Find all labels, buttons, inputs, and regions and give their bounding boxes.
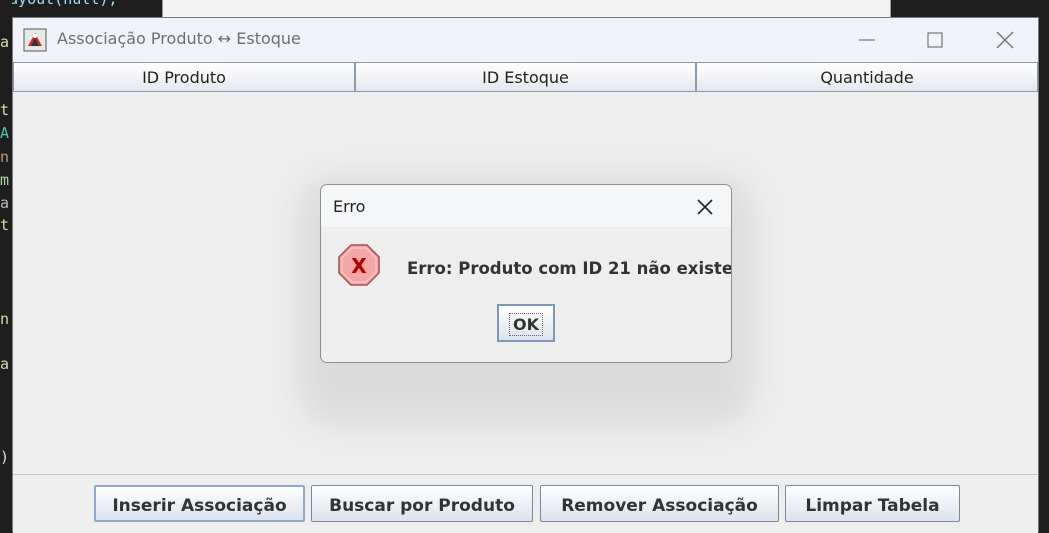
minimize-button[interactable] [853, 26, 881, 54]
java-app-icon [23, 28, 47, 52]
editor-char: a [0, 194, 10, 212]
remove-association-button[interactable]: Remover Associação [540, 485, 779, 522]
editor-left-edge: a t A n m a t n a ) [0, 0, 12, 527]
editor-char: ) [0, 448, 10, 466]
column-header-id-produto[interactable]: ID Produto [13, 62, 355, 92]
editor-char: a [0, 33, 10, 51]
editor-char: m [0, 171, 10, 189]
close-icon [996, 31, 1014, 49]
button-bar: Inserir Associação Buscar por Produto Re… [13, 475, 1038, 533]
editor-char: A [0, 124, 10, 142]
ok-button[interactable]: OK [497, 304, 555, 342]
column-header-id-estoque[interactable]: ID Estoque [355, 62, 696, 92]
dialog-close-button[interactable] [693, 195, 717, 219]
error-icon: X [337, 243, 381, 287]
error-dialog: Erro X Erro: Produto com ID 21 não exist… [320, 184, 732, 363]
window-title: Associação Produto ↔ Estoque [57, 29, 301, 48]
close-icon [697, 199, 713, 215]
ok-button-label: OK [509, 313, 543, 336]
background-window-edge [162, 0, 891, 18]
insert-association-button[interactable]: Inserir Associação [94, 485, 305, 522]
dialog-title: Erro [333, 197, 366, 216]
editor-char: t [0, 216, 10, 234]
clear-table-button[interactable]: Limpar Tabela [785, 485, 960, 522]
dialog-titlebar[interactable]: Erro [321, 185, 731, 227]
column-header-quantidade[interactable]: Quantidade [696, 62, 1038, 92]
search-by-product-button[interactable]: Buscar por Produto [311, 485, 533, 522]
maximize-icon [927, 32, 943, 48]
maximize-button[interactable] [921, 26, 949, 54]
editor-char: n [0, 310, 10, 328]
dialog-message: Erro: Produto com ID 21 não existe! [407, 259, 732, 278]
editor-char: t [0, 101, 10, 119]
window-titlebar[interactable]: Associação Produto ↔ Estoque [13, 18, 1038, 62]
editor-char: n [0, 148, 10, 166]
table-header: ID Produto ID Estoque Quantidade [13, 62, 1038, 92]
editor-code-fragment: Layout(null); [0, 0, 162, 10]
svg-text:X: X [351, 254, 367, 278]
editor-code-line: Layout(null); [0, 0, 117, 8]
minimize-icon [859, 39, 875, 41]
editor-char: a [0, 355, 10, 373]
close-button[interactable] [991, 26, 1019, 54]
